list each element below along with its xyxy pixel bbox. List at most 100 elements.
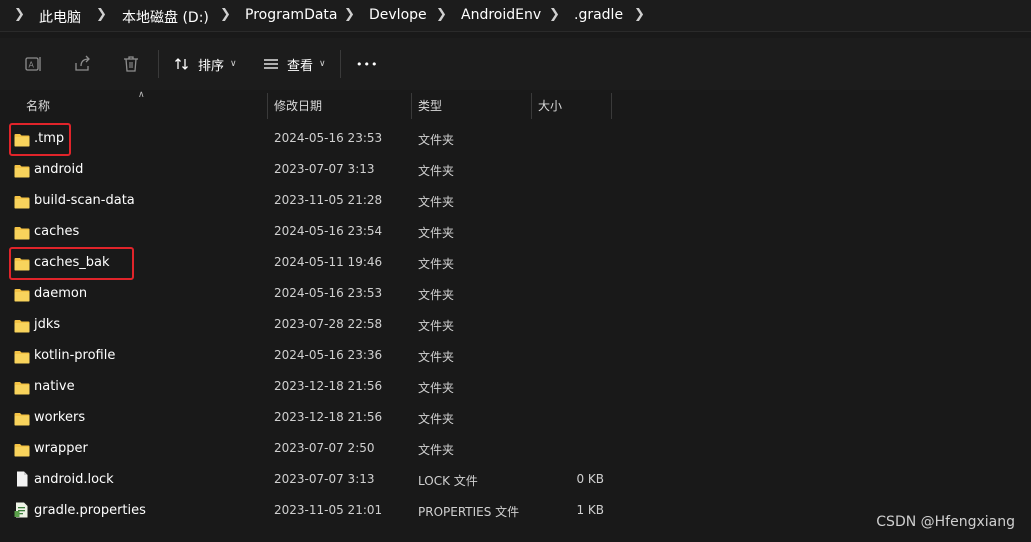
file-icon	[14, 471, 30, 487]
column-divider[interactable]	[611, 93, 612, 119]
file-row[interactable]: gradle.properties 2023-11-05 21:01 PROPERT…	[0, 496, 860, 527]
file-type: PROPERTIES 文件	[418, 505, 520, 519]
folder-icon	[14, 318, 30, 333]
breadcrumb-item-this-pc[interactable]: 此电脑	[39, 7, 81, 27]
file-name: wrapper	[34, 441, 88, 456]
file-modified-date: 2023-07-07 3:13	[274, 472, 375, 486]
file-row[interactable]: native 2023-12-18 21:56 文件夹	[0, 372, 860, 403]
more-icon: •••	[356, 57, 379, 71]
address-bar[interactable]: ❯ 此电脑 ❯ 本地磁盘 (D:) ❯ ProgramData ❯ Devlop…	[0, 0, 1031, 31]
folder-icon	[14, 194, 30, 209]
file-row[interactable]: daemon 2024-05-16 23:53 文件夹	[0, 279, 860, 310]
rename-button[interactable]: A	[24, 38, 44, 90]
file-name: android	[34, 162, 84, 177]
chevron-down-icon: ∨	[319, 59, 326, 69]
view-button[interactable]: 查看 ∨	[263, 38, 326, 90]
file-row[interactable]: caches 2024-05-16 23:54 文件夹	[0, 217, 860, 248]
watermark: CSDN @Hfengxiang	[876, 514, 1015, 530]
file-modified-date: 2024-05-11 19:46	[274, 255, 383, 269]
file-type: 文件夹	[418, 319, 455, 333]
highlight-box-tmp	[9, 123, 71, 156]
svg-text:A: A	[29, 61, 35, 70]
chevron-right-icon[interactable]: ❯	[220, 7, 231, 22]
file-row[interactable]: build-scan-data 2023-11-05 21:28 文件夹	[0, 186, 860, 217]
file-name: workers	[34, 410, 86, 425]
file-type: 文件夹	[418, 381, 455, 395]
file-type: 文件夹	[418, 226, 455, 240]
column-header-type[interactable]: 类型	[412, 93, 530, 119]
file-modified-date: 2023-07-07 3:13	[274, 162, 375, 176]
file-type: 文件夹	[418, 412, 455, 426]
file-name: kotlin-profile	[34, 348, 116, 363]
file-modified-date: 2024-05-16 23:36	[274, 348, 383, 362]
file-modified-date: 2023-12-18 21:56	[274, 379, 383, 393]
file-row[interactable]: wrapper 2023-07-07 2:50 文件夹	[0, 434, 860, 465]
breadcrumb-item-gradle[interactable]: .gradle	[574, 7, 623, 23]
chevron-right-icon[interactable]: ❯	[436, 7, 447, 22]
share-button[interactable]	[73, 38, 93, 90]
folder-icon	[14, 163, 30, 178]
file-name: gradle.properties	[34, 503, 146, 518]
column-header-modified[interactable]: 修改日期	[268, 93, 410, 119]
command-bar: A 排序 ∨ 查看 ∨ •••	[0, 38, 1031, 90]
chevron-down-icon: ∨	[230, 59, 237, 69]
file-name: caches	[34, 224, 80, 239]
file-row[interactable]: .tmp 2024-05-16 23:53 文件夹	[0, 124, 860, 155]
properties-file-icon	[14, 502, 30, 518]
file-row[interactable]: kotlin-profile 2024-05-16 23:36 文件夹	[0, 341, 860, 372]
trash-icon	[124, 56, 138, 72]
chevron-right-icon[interactable]: ❯	[634, 7, 645, 22]
file-list: .tmp 2024-05-16 23:53 文件夹 android 2023-07-07…	[0, 124, 860, 527]
divider	[0, 31, 1031, 32]
folder-icon	[14, 411, 30, 426]
chevron-right-icon[interactable]: ❯	[549, 7, 560, 22]
file-type: 文件夹	[418, 443, 455, 457]
toolbar-divider	[340, 50, 341, 78]
sort-icon	[175, 58, 188, 70]
sort-button[interactable]: 排序 ∨	[174, 38, 237, 90]
file-modified-date: 2024-05-16 23:53	[274, 131, 383, 145]
column-header-row: ∧ 名称 修改日期 类型 大小	[0, 90, 1031, 119]
file-type: 文件夹	[418, 350, 455, 364]
file-name: android.lock	[34, 472, 114, 487]
share-icon	[75, 55, 90, 71]
column-header-size[interactable]: 大小	[532, 93, 610, 119]
file-type: 文件夹	[418, 288, 455, 302]
file-row[interactable]: android 2023-07-07 3:13 文件夹	[0, 155, 860, 186]
file-row[interactable]: android.lock 2023-07-07 3:13 LOCK 文件 0 KB	[0, 465, 860, 496]
file-name: native	[34, 379, 75, 394]
toolbar-divider	[158, 50, 159, 78]
breadcrumb-item-programdata[interactable]: ProgramData	[245, 7, 338, 23]
view-label: 查看	[287, 58, 314, 74]
breadcrumb-item-androidenv[interactable]: AndroidEnv	[461, 7, 541, 23]
delete-button[interactable]	[121, 38, 141, 90]
file-modified-date: 2023-07-07 2:50	[274, 441, 375, 455]
file-type: 文件夹	[418, 195, 455, 209]
sort-label: 排序	[198, 58, 225, 74]
folder-icon	[14, 442, 30, 457]
breadcrumb-item-devlope[interactable]: Devlope	[369, 7, 427, 23]
file-name: daemon	[34, 286, 88, 301]
file-modified-date: 2023-11-05 21:01	[274, 503, 383, 517]
file-modified-date: 2024-05-16 23:53	[274, 286, 383, 300]
chevron-right-icon[interactable]: ❯	[344, 7, 355, 22]
file-type: 文件夹	[418, 133, 455, 147]
file-type: LOCK 文件	[418, 474, 478, 488]
file-name: build-scan-data	[34, 193, 135, 208]
file-row[interactable]: workers 2023-12-18 21:56 文件夹	[0, 403, 860, 434]
folder-icon	[14, 349, 30, 364]
folder-icon	[14, 380, 30, 395]
highlight-box-caches-bak	[9, 247, 134, 280]
more-options-button[interactable]: •••	[356, 38, 378, 90]
file-type: 文件夹	[418, 257, 455, 271]
view-list-icon	[264, 59, 278, 69]
chevron-right-icon[interactable]: ❯	[14, 7, 25, 22]
file-modified-date: 2023-12-18 21:56	[274, 410, 383, 424]
file-type: 文件夹	[418, 164, 455, 178]
chevron-right-icon[interactable]: ❯	[96, 7, 107, 22]
file-row[interactable]: jdks 2023-07-28 22:58 文件夹	[0, 310, 860, 341]
column-header-name[interactable]: 名称	[20, 93, 266, 119]
file-size: 0 KB	[576, 472, 604, 486]
breadcrumb-item-drive[interactable]: 本地磁盘 (D:)	[122, 7, 209, 27]
file-modified-date: 2023-11-05 21:28	[274, 193, 383, 207]
